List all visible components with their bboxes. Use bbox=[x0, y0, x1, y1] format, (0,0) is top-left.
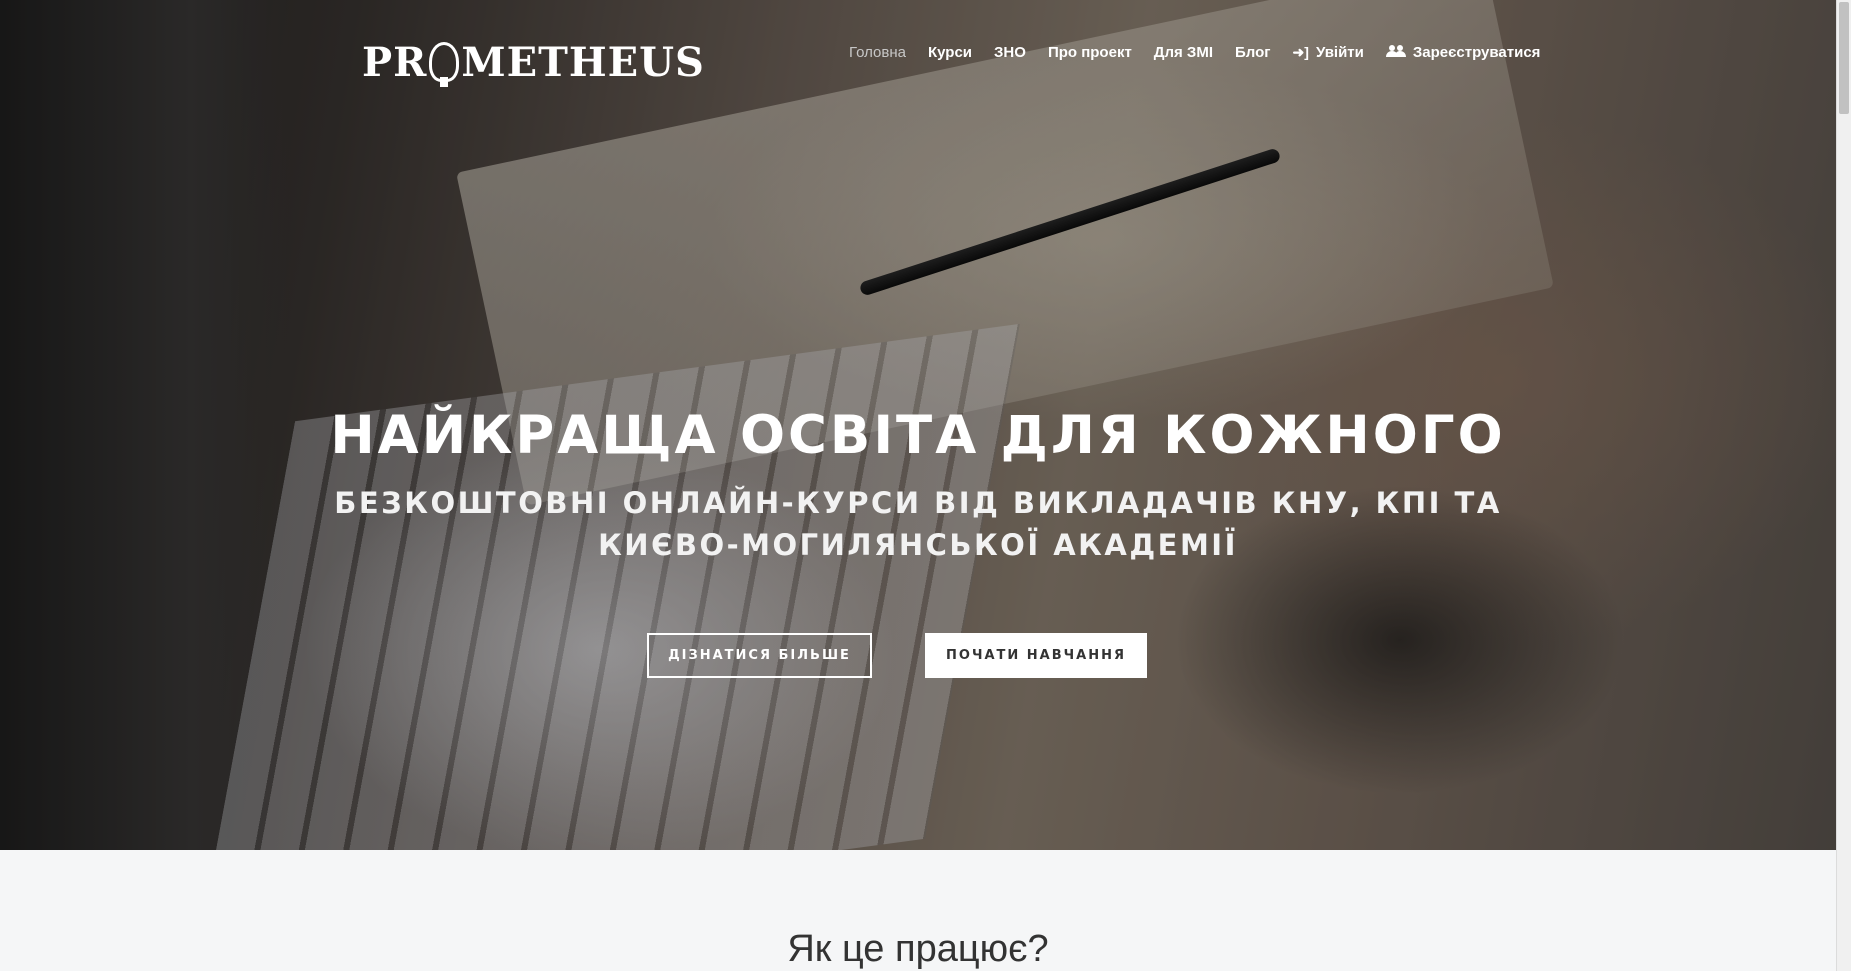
nav-item-zno[interactable]: ЗНО bbox=[994, 44, 1026, 61]
start-learning-button[interactable]: ПОЧАТИ НАВЧАННЯ bbox=[925, 633, 1147, 678]
users-icon bbox=[1385, 44, 1406, 61]
main-nav: Головна Курси ЗНО Про проект Для ЗМІ Бло… bbox=[849, 44, 1540, 61]
nav-item-blog[interactable]: Блог bbox=[1235, 44, 1271, 61]
page-scrollbar[interactable] bbox=[1836, 0, 1851, 971]
scrollbar-thumb[interactable] bbox=[1839, 2, 1849, 114]
hero-subheadline: БЕЗКОШТОВНІ ОНЛАЙН-КУРСИ ВІД ВИКЛАДАЧІВ … bbox=[334, 486, 1502, 562]
register-label: Зареєструватися bbox=[1412, 44, 1541, 61]
lightbulb-icon bbox=[429, 42, 460, 87]
how-it-works-title: Як це працює? bbox=[787, 928, 1049, 970]
logo-text-start: PR bbox=[362, 38, 428, 86]
login-link[interactable]: ➜] Увійти bbox=[1293, 44, 1364, 61]
nav-item-media[interactable]: Для ЗМІ bbox=[1154, 44, 1213, 61]
nav-item-courses[interactable]: Курси bbox=[928, 44, 972, 61]
sign-in-icon: ➜] bbox=[1292, 44, 1309, 60]
login-label: Увійти bbox=[1315, 44, 1364, 61]
nav-item-home[interactable]: Головна bbox=[849, 44, 906, 61]
register-link[interactable]: Зареєструватися bbox=[1385, 44, 1541, 61]
hero-section: PR METHEUS Головна Курси ЗНО Про проект … bbox=[0, 0, 1836, 850]
nav-item-about[interactable]: Про проект bbox=[1048, 44, 1132, 61]
learn-more-button[interactable]: ДІЗНАТИСЯ БІЛЬШЕ bbox=[647, 633, 872, 678]
logo-text-end: METHEUS bbox=[461, 38, 705, 86]
brand-logo[interactable]: PR METHEUS bbox=[362, 38, 705, 87]
hero-headline: НАЙКРАЩА ОСВІТА ДЛЯ КОЖНОГО bbox=[330, 405, 1506, 466]
